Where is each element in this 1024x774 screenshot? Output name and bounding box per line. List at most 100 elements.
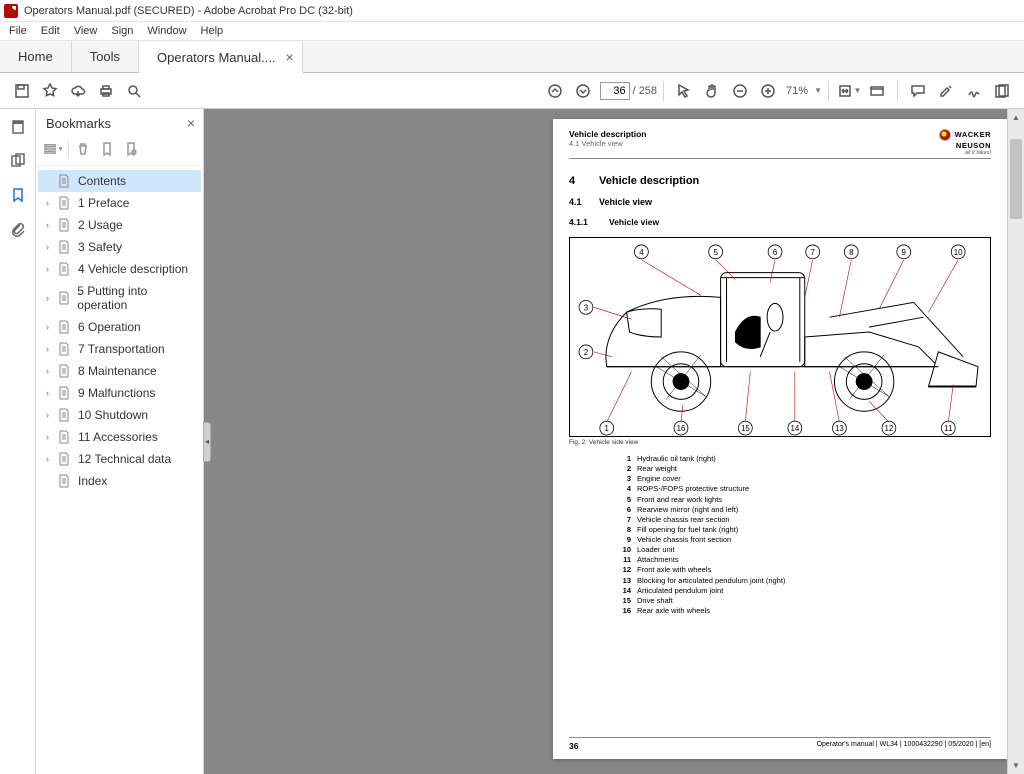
part-row: 8Fill opening for fuel tank (right)	[615, 525, 991, 535]
bookmark-item[interactable]: ›12 Technical data	[38, 448, 201, 470]
bm-options-icon[interactable]: ▼	[44, 139, 64, 159]
vertical-scrollbar[interactable]: ▲ ▼	[1007, 109, 1024, 774]
menu-edit[interactable]: Edit	[34, 23, 67, 39]
expand-icon[interactable]: ›	[46, 366, 56, 376]
page-up-icon[interactable]	[541, 77, 569, 105]
expand-icon[interactable]: ›	[46, 454, 56, 464]
nav-rail	[0, 109, 36, 774]
bookmark-item[interactable]: Index	[38, 470, 201, 492]
part-row: 7Vehicle chassis rear section	[615, 515, 991, 525]
expand-icon[interactable]: ›	[46, 410, 56, 420]
bm-find-icon[interactable]	[121, 139, 141, 159]
highlight-icon[interactable]	[932, 77, 960, 105]
search-icon[interactable]	[120, 77, 148, 105]
main-area: Bookmarks × ▼ Contents›1 Preface›2 Usage…	[0, 109, 1024, 774]
parts-list: 1Hydraulic oil tank (right)2Rear weight3…	[615, 454, 991, 616]
expand-icon[interactable]: ›	[46, 242, 56, 252]
scroll-thumb[interactable]	[1010, 139, 1022, 219]
tab-home[interactable]: Home	[0, 41, 72, 72]
menu-sign[interactable]: Sign	[104, 23, 140, 39]
print-icon[interactable]	[92, 77, 120, 105]
menu-help[interactable]: Help	[194, 23, 231, 39]
bookmarks-list: Contents›1 Preface›2 Usage›3 Safety›4 Ve…	[36, 166, 203, 774]
tab-document[interactable]: Operators Manual.... ×	[139, 42, 303, 73]
expand-icon[interactable]: ›	[46, 220, 56, 230]
scroll-up-icon[interactable]: ▲	[1008, 109, 1024, 126]
svg-text:6: 6	[773, 248, 778, 257]
bookmark-label: 6 Operation	[78, 320, 141, 334]
expand-icon[interactable]: ›	[46, 198, 56, 208]
hand-icon[interactable]	[698, 77, 726, 105]
panel-collapse-handle[interactable]: ◂	[203, 422, 211, 462]
expand-icon[interactable]: ›	[46, 432, 56, 442]
expand-icon[interactable]: ›	[46, 322, 56, 332]
menu-file[interactable]: File	[2, 23, 34, 39]
bookmark-item[interactable]: ›10 Shutdown	[38, 404, 201, 426]
bookmark-item[interactable]: ›11 Accessories	[38, 426, 201, 448]
zoom-out-icon[interactable]	[726, 77, 754, 105]
pointer-icon[interactable]	[670, 77, 698, 105]
page-display-icon[interactable]	[863, 77, 891, 105]
bm-new-icon[interactable]	[97, 139, 117, 159]
bm-delete-icon[interactable]	[73, 139, 93, 159]
bookmarks-close-icon[interactable]: ×	[187, 115, 195, 131]
expand-icon[interactable]: ›	[46, 388, 56, 398]
expand-icon[interactable]: ›	[46, 293, 56, 303]
menu-view[interactable]: View	[67, 23, 105, 39]
tab-tools[interactable]: Tools	[72, 41, 139, 72]
bookmarks-icon[interactable]	[8, 185, 28, 205]
bookmark-page-icon	[58, 291, 72, 305]
star-icon[interactable]	[36, 77, 64, 105]
page-number-input[interactable]	[600, 82, 630, 100]
bookmark-item[interactable]: ›8 Maintenance	[38, 360, 201, 382]
bookmark-page-icon	[58, 386, 72, 400]
fit-width-icon[interactable]: ▼	[835, 77, 863, 105]
zoom-in-icon[interactable]	[754, 77, 782, 105]
redact-icon[interactable]	[988, 77, 1016, 105]
svg-text:16: 16	[677, 424, 686, 433]
menubar: File Edit View Sign Window Help	[0, 22, 1024, 41]
zoom-level[interactable]: 71%	[782, 85, 812, 97]
sign-icon[interactable]	[960, 77, 988, 105]
figure-vehicle-side: 45678910 32 1161514131211	[569, 237, 991, 437]
save-icon[interactable]	[8, 77, 36, 105]
bookmark-item[interactable]: ›4 Vehicle description	[38, 258, 201, 280]
part-row: 14Articulated pendulum joint	[615, 586, 991, 596]
part-row: 6Rearview mirror (right and left)	[615, 505, 991, 515]
bookmark-page-icon	[58, 430, 72, 444]
bookmark-item[interactable]: ›3 Safety	[38, 236, 201, 258]
h41-text: Vehicle view	[599, 197, 652, 207]
bookmark-item[interactable]: ›5 Putting into operation	[38, 280, 201, 316]
bookmark-item[interactable]: ›9 Malfunctions	[38, 382, 201, 404]
expand-icon[interactable]: ›	[46, 264, 56, 274]
brand-dot-icon	[939, 129, 951, 141]
figure-caption: Fig. 2: Vehicle side view	[569, 439, 991, 446]
bookmark-item[interactable]: ›1 Preface	[38, 192, 201, 214]
tab-close-icon[interactable]: ×	[286, 49, 294, 65]
bookmark-item[interactable]: ›2 Usage	[38, 214, 201, 236]
part-row: 5Front and rear work lights	[615, 495, 991, 505]
bookmark-item[interactable]: › 6 Operation	[38, 316, 201, 338]
part-row: 13Blocking for articulated pendulum join…	[615, 576, 991, 586]
cloud-icon[interactable]	[64, 77, 92, 105]
pages-icon[interactable]	[8, 151, 28, 171]
thumbnails-icon[interactable]	[8, 117, 28, 137]
scroll-down-icon[interactable]: ▼	[1008, 757, 1024, 774]
svg-text:15: 15	[741, 424, 750, 433]
attachments-icon[interactable]	[8, 219, 28, 239]
bookmark-page-icon	[58, 452, 72, 466]
menu-window[interactable]: Window	[140, 23, 193, 39]
expand-icon[interactable]: ›	[46, 344, 56, 354]
svg-text:8: 8	[849, 248, 854, 257]
svg-text:1: 1	[605, 424, 610, 433]
bookmark-item[interactable]: Contents	[38, 170, 201, 192]
part-row: 12Front axle with wheels	[615, 565, 991, 575]
bookmarks-title: Bookmarks	[46, 116, 111, 131]
footer-info: Operator's manual | WL34 | 1000432290 | …	[817, 741, 991, 751]
comment-icon[interactable]	[904, 77, 932, 105]
svg-text:2: 2	[584, 348, 588, 357]
document-viewport[interactable]: ◂ Vehicle description 4.1 Vehicle view W…	[204, 109, 1007, 774]
bookmark-item[interactable]: ›7 Transportation	[38, 338, 201, 360]
zoom-dropdown-icon[interactable]: ▼	[814, 86, 822, 95]
page-down-icon[interactable]	[569, 77, 597, 105]
